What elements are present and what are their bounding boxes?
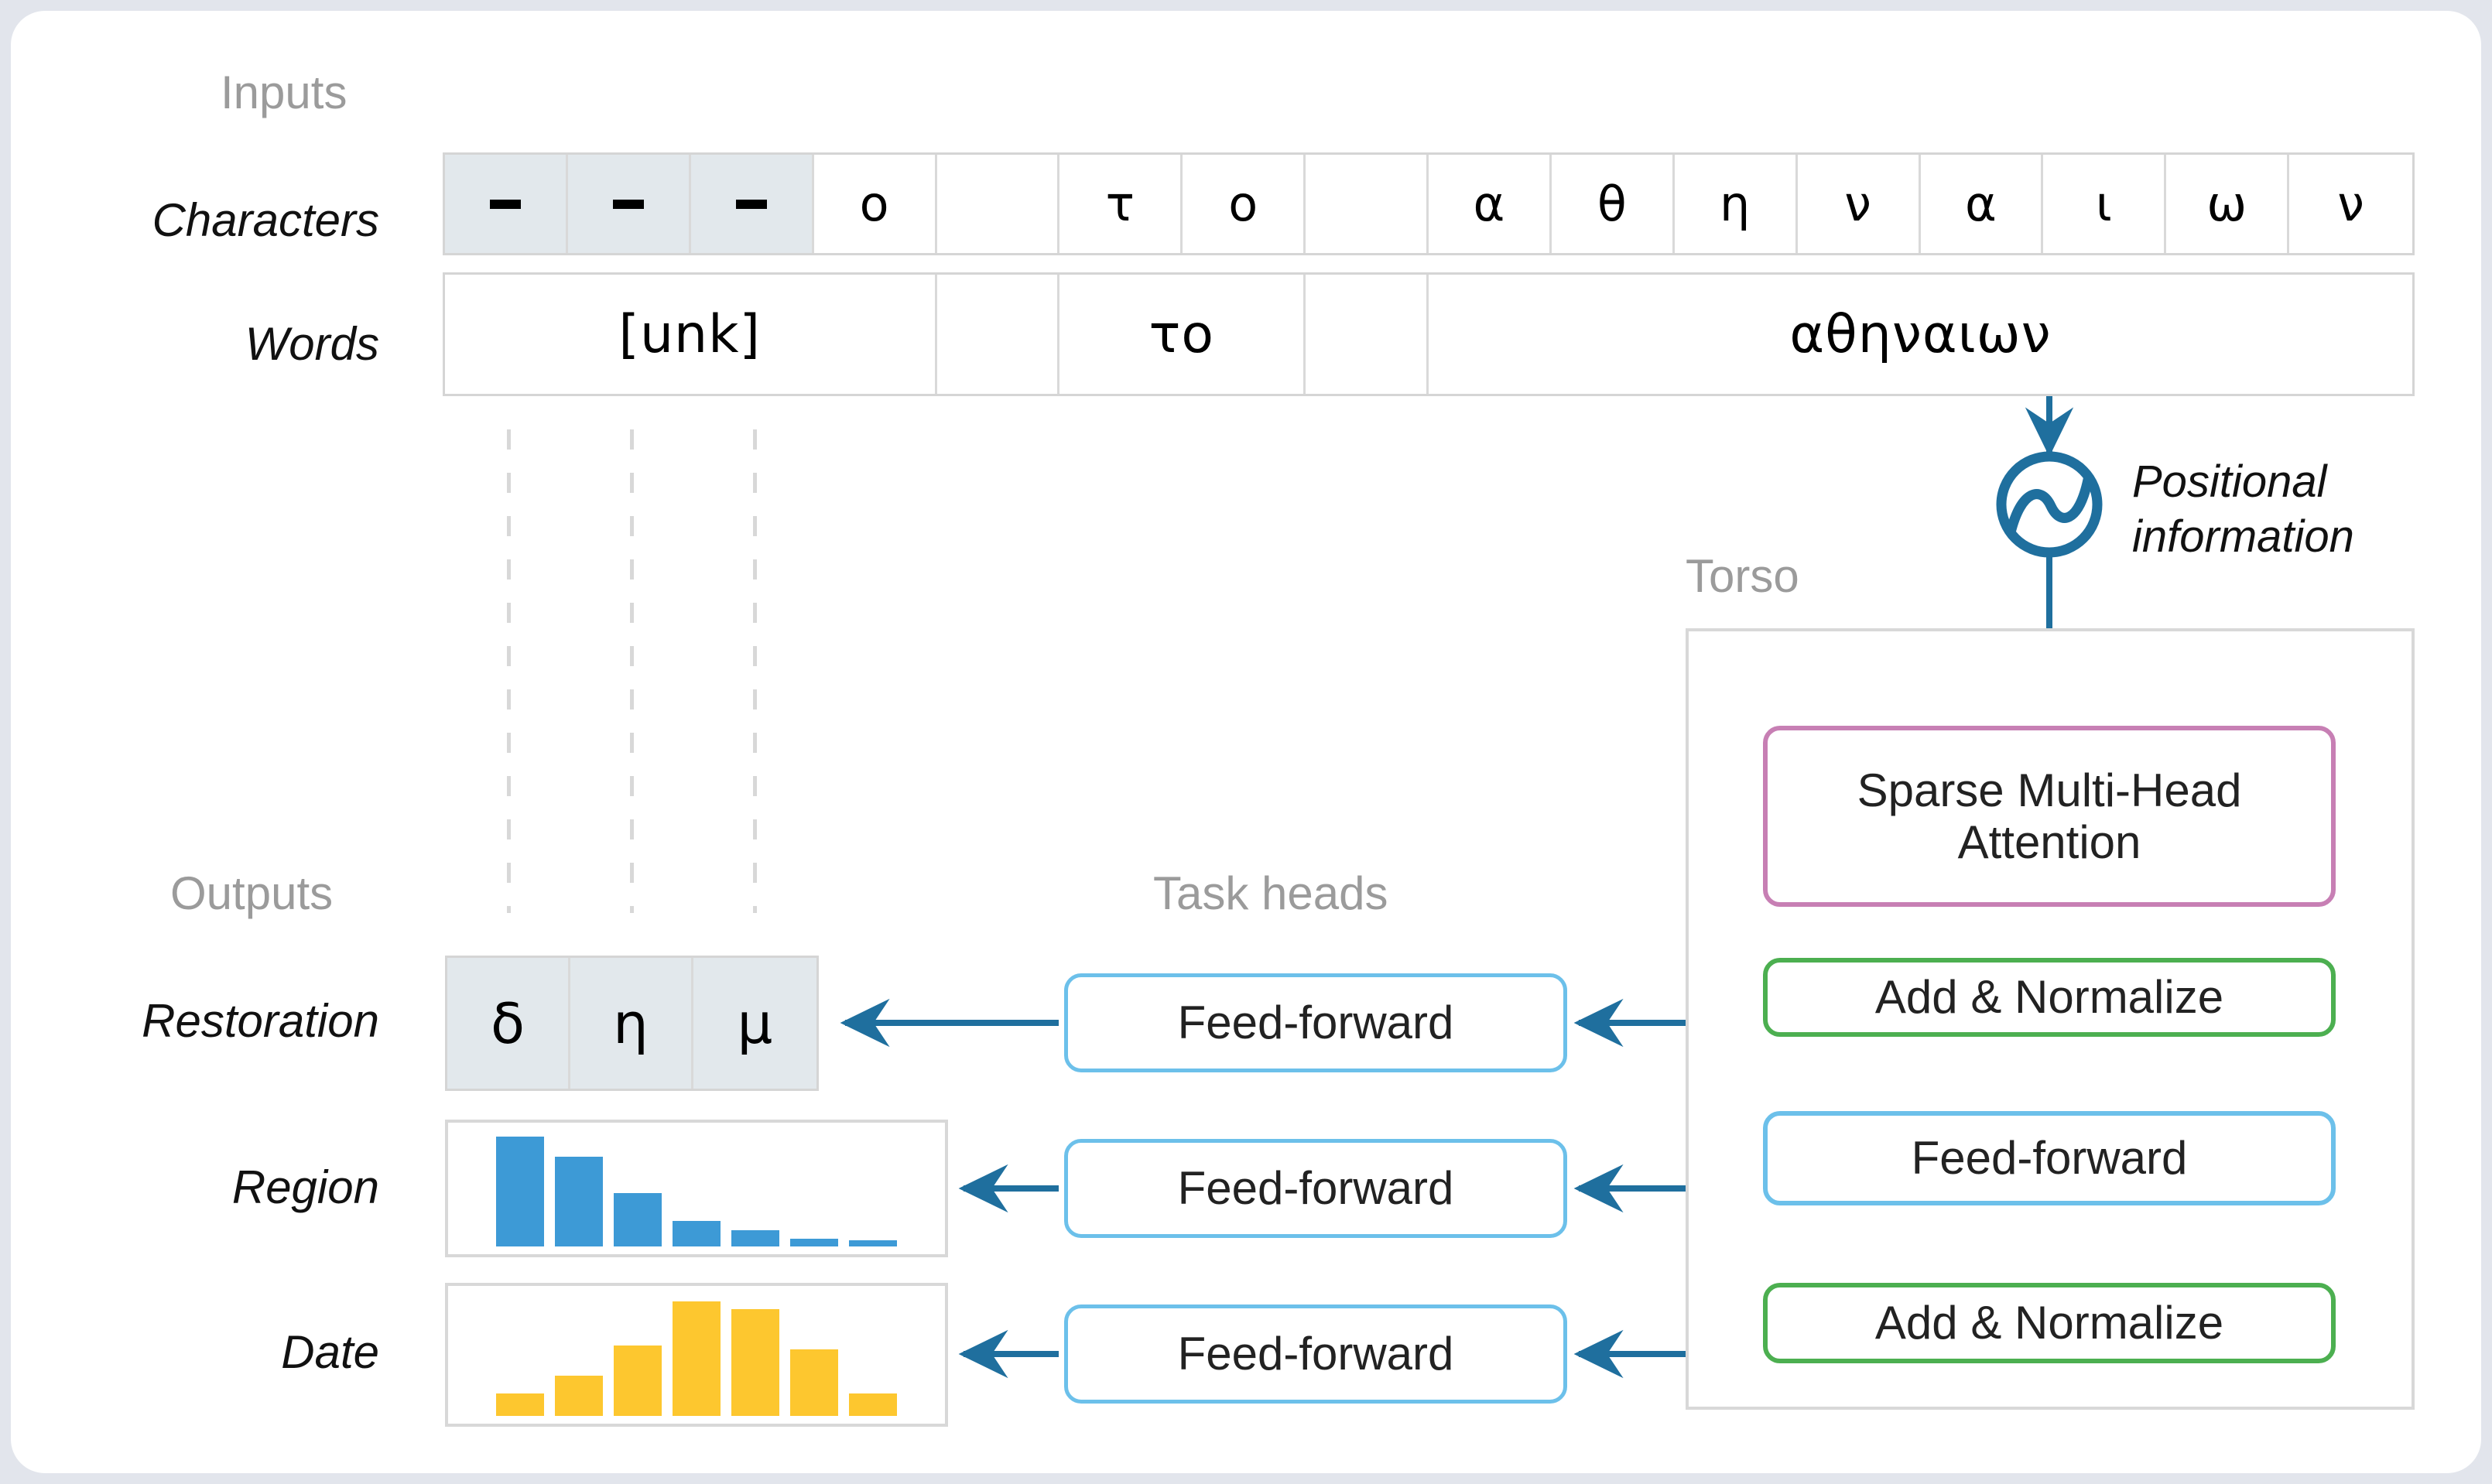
histogram-bar xyxy=(496,1393,544,1416)
dashed-connector-3 xyxy=(753,429,757,913)
histogram-bar xyxy=(849,1393,897,1416)
word-cell xyxy=(1306,275,1429,394)
torso-block-add-norm-2[interactable]: Add & Normalize xyxy=(1763,1283,2336,1363)
characters-grid: οτοαθηναιων xyxy=(443,152,2415,255)
character-cell: ν xyxy=(2289,155,2412,253)
histogram-bar xyxy=(731,1230,779,1246)
histogram-bar xyxy=(555,1376,603,1416)
word-cell: [unk] xyxy=(445,275,937,394)
character-cell: ω xyxy=(2166,155,2289,253)
positional-info-label: Positional information xyxy=(2132,455,2354,565)
region-histogram xyxy=(445,1120,948,1257)
torso-block-add-norm-1-label: Add & Normalize xyxy=(1875,971,2223,1023)
restoration-output-box: δημ xyxy=(445,956,819,1091)
dashed-connector-1 xyxy=(507,429,511,913)
caption-task-heads: Task heads xyxy=(1153,870,1388,917)
positional-info-line2: information xyxy=(2132,510,2354,565)
histogram-bar xyxy=(614,1193,662,1246)
histogram-bar xyxy=(673,1221,721,1246)
histogram-bar xyxy=(673,1301,721,1416)
character-cell xyxy=(1306,155,1429,253)
torso-block-attention[interactable]: Sparse Multi-Head Attention xyxy=(1763,726,2336,907)
restoration-cell: μ xyxy=(693,958,816,1089)
caption-outputs: Outputs xyxy=(170,870,333,917)
character-cell: ο xyxy=(1183,155,1306,253)
words-grid: [unk] το αθηναιων xyxy=(443,272,2415,396)
row-label-restoration: Restoration xyxy=(23,998,379,1045)
histogram-bar xyxy=(555,1157,603,1246)
word-cell: αθηναιων xyxy=(1429,275,2412,394)
word-cell: το xyxy=(1059,275,1306,394)
word-cell xyxy=(937,275,1060,394)
row-label-words: Words xyxy=(46,321,379,368)
character-cell: τ xyxy=(1059,155,1183,253)
character-cell: η xyxy=(1675,155,1798,253)
mask-dash-icon xyxy=(736,200,767,209)
row-label-date: Date xyxy=(23,1329,379,1376)
caption-torso: Torso xyxy=(1686,553,1799,600)
character-cell xyxy=(691,155,814,253)
row-label-region: Region xyxy=(23,1164,379,1211)
character-cell: ο xyxy=(814,155,937,253)
character-cell: α xyxy=(1429,155,1552,253)
torso-block-feed-forward[interactable]: Feed-forward xyxy=(1763,1111,2336,1205)
task-head-restoration-label: Feed-forward xyxy=(1178,997,1454,1048)
restoration-cell: η xyxy=(570,958,693,1089)
character-cell xyxy=(568,155,691,253)
character-cell xyxy=(937,155,1060,253)
character-cell: θ xyxy=(1552,155,1675,253)
histogram-bar xyxy=(790,1349,838,1416)
torso-block-attention-label: Sparse Multi-Head Attention xyxy=(1768,764,2331,868)
dashed-connector-2 xyxy=(630,429,634,913)
character-cell: ν xyxy=(1798,155,1921,253)
caption-inputs: Inputs xyxy=(221,70,347,116)
restoration-cell: δ xyxy=(447,958,570,1089)
histogram-bar xyxy=(790,1239,838,1246)
histogram-bar xyxy=(614,1346,662,1416)
histogram-bar xyxy=(731,1309,779,1416)
torso-block-add-norm-1[interactable]: Add & Normalize xyxy=(1763,958,2336,1037)
mask-dash-icon xyxy=(613,200,644,209)
row-label-characters: Characters xyxy=(46,197,379,244)
histogram-bar xyxy=(849,1240,897,1247)
task-head-date-label: Feed-forward xyxy=(1178,1328,1454,1380)
character-cell xyxy=(445,155,568,253)
task-head-region-label: Feed-forward xyxy=(1178,1162,1454,1214)
positional-info-line1: Positional xyxy=(2132,455,2354,510)
character-cell: ι xyxy=(2043,155,2166,253)
torso-block-add-norm-2-label: Add & Normalize xyxy=(1875,1297,2223,1349)
task-head-date[interactable]: Feed-forward xyxy=(1064,1304,1567,1404)
task-head-restoration[interactable]: Feed-forward xyxy=(1064,973,1567,1072)
date-histogram xyxy=(445,1283,948,1427)
histogram-bar xyxy=(496,1137,544,1246)
character-cell: α xyxy=(1921,155,2044,253)
mask-dash-icon xyxy=(490,200,521,209)
task-head-region[interactable]: Feed-forward xyxy=(1064,1139,1567,1238)
torso-block-feed-forward-label: Feed-forward xyxy=(1912,1132,2188,1184)
